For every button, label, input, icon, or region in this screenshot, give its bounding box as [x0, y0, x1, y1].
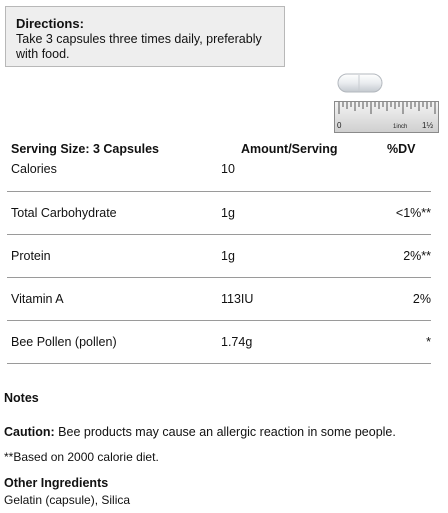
nutrient-amount: 10 — [221, 162, 235, 176]
nutrient-amount: 1g — [221, 206, 235, 220]
nutrient-name: Bee Pollen (pollen) — [11, 335, 117, 349]
caution-text: Bee products may cause an allergic react… — [54, 425, 396, 439]
table-row: Bee Pollen (pollen) 1.74g * — [7, 321, 431, 364]
nutrient-dv: 2%** — [403, 249, 431, 263]
amount-per-serving-header: Amount/Serving — [241, 142, 338, 156]
notes-heading: Notes — [4, 391, 39, 405]
serving-size-header: Serving Size: 3 Capsules — [11, 142, 159, 156]
nutrient-name: Total Carbohydrate — [11, 206, 117, 220]
nutrient-dv: * — [426, 335, 431, 349]
other-ingredients-text: Gelatin (capsule), Silica — [4, 493, 131, 507]
dv-footnote: **Based on 2000 calorie diet. — [4, 450, 159, 464]
nutrient-dv: <1%** — [395, 206, 431, 220]
nutrient-amount: 1.74g — [221, 335, 253, 349]
directions-title: Directions: — [16, 16, 84, 31]
directions-text: Take 3 capsules three times daily, prefe… — [16, 32, 262, 61]
table-row: Calories 10 — [7, 158, 431, 192]
nutrient-name: Protein — [11, 249, 51, 263]
table-row: Protein 1g 2%** — [7, 235, 431, 278]
other-ingredients-heading: Other Ingredients — [4, 476, 109, 490]
nutrient-dv: 2% — [412, 292, 431, 306]
row-divider — [7, 363, 431, 364]
nutrient-amount: 1g — [221, 249, 235, 263]
supplement-facts-table: Serving Size: 3 Capsules Amount/Serving … — [7, 140, 431, 364]
directions-box: Directions: Take 3 capsules three times … — [5, 6, 285, 67]
dv-header: %DV — [387, 142, 416, 156]
capsule-icon — [337, 72, 383, 94]
ruler-icon: 0 1inch 1½ — [334, 101, 439, 133]
table-row: Total Carbohydrate 1g <1%** — [7, 192, 431, 235]
ruler-inch-label: 1inch — [393, 124, 407, 130]
facts-header-row: Serving Size: 3 Capsules Amount/Serving … — [7, 140, 431, 158]
nutrient-amount: 113IU — [221, 292, 254, 306]
caution-note: Caution: Bee products may cause an aller… — [4, 425, 396, 439]
ruler-one-half-label: 1½ — [422, 121, 433, 130]
ruler-zero-label: 0 — [337, 121, 342, 130]
nutrient-name: Calories — [11, 162, 57, 176]
table-row: Vitamin A 113IU 2% — [7, 278, 431, 321]
nutrient-name: Vitamin A — [11, 292, 64, 306]
caution-label: Caution: — [4, 425, 55, 439]
